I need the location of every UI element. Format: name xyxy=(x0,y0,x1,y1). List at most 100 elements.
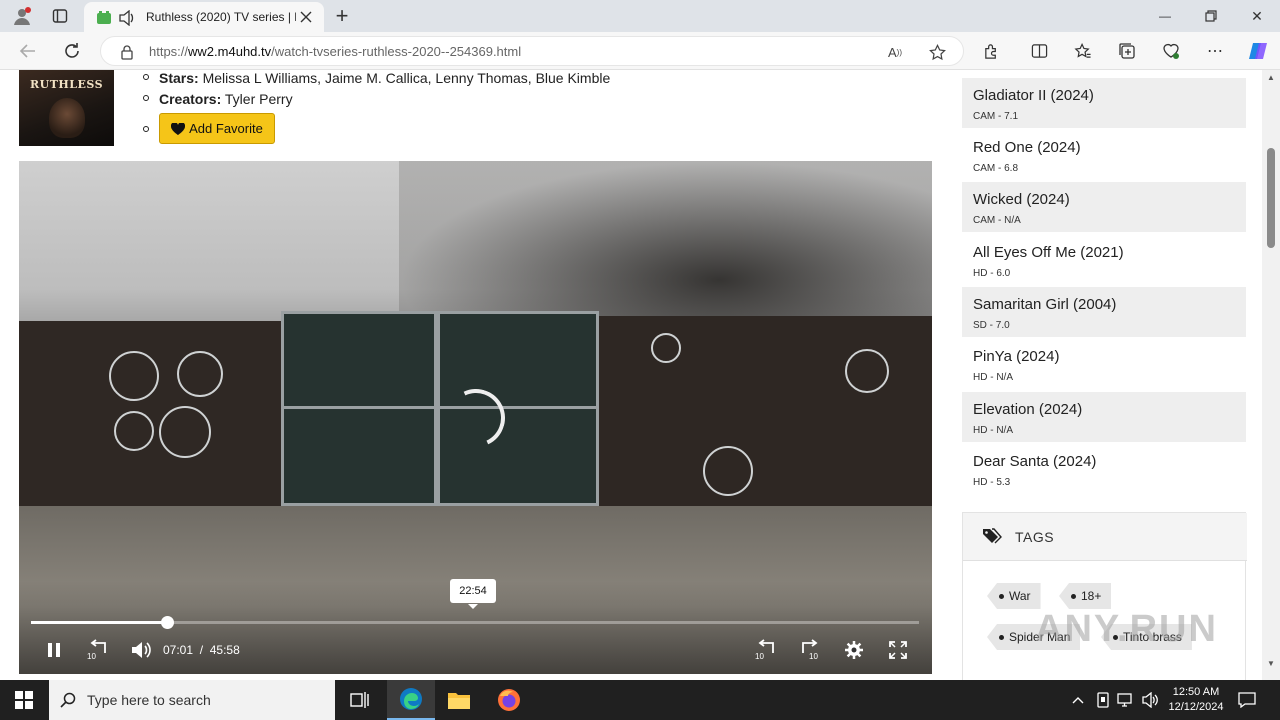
movie-meta: HD - 5.3 xyxy=(973,477,1011,488)
anyrun-watermark: ANY.RUN xyxy=(1035,608,1218,650)
movie-title[interactable]: PinYa (2024) xyxy=(973,348,1059,365)
rewind-10-button-right[interactable]: 10 xyxy=(753,637,779,663)
copilot-icon[interactable] xyxy=(1246,39,1270,63)
sidebar-movie-item[interactable]: Red One (2024) CAM - 6.8 xyxy=(962,130,1246,180)
tags-header: TAGS xyxy=(963,513,1247,561)
movie-title[interactable]: Dear Santa (2024) xyxy=(973,453,1096,470)
taskbar-search[interactable]: Type here to search xyxy=(49,680,335,720)
profile-icon[interactable] xyxy=(10,4,34,28)
performance-icon[interactable] xyxy=(1160,40,1182,62)
more-options-icon[interactable]: ⋯ xyxy=(1204,40,1226,62)
windows-taskbar: Type here to search 12:50 AM 12/12/2024 xyxy=(0,680,1280,720)
movie-title[interactable]: Samaritan Girl (2004) xyxy=(973,296,1116,313)
movie-title[interactable]: Wicked (2024) xyxy=(973,191,1070,208)
volume-button[interactable] xyxy=(129,639,153,661)
sidebar-movie-item[interactable]: Gladiator II (2024) CAM - 7.1 xyxy=(962,78,1246,128)
poster-title: RUTHLESS xyxy=(29,78,104,91)
page-content: RUTHLESS Stars: Melissa L Williams, Jaim… xyxy=(0,70,1262,680)
tag-war[interactable]: War xyxy=(987,583,1041,609)
add-favorite-button[interactable]: Add Favorite xyxy=(159,113,275,144)
show-hidden-icons-icon[interactable] xyxy=(1068,692,1088,708)
edge-taskbar-button[interactable] xyxy=(387,680,435,720)
poster-artwork xyxy=(49,98,85,138)
file-explorer-button[interactable] xyxy=(435,680,483,720)
sidebar-movie-item[interactable]: All Eyes Off Me (2021) HD - 6.0 xyxy=(962,235,1246,285)
scroll-down-icon[interactable]: ▼ xyxy=(1266,658,1276,668)
settings-button[interactable] xyxy=(843,639,865,661)
tab-ruthless[interactable]: Ruthless (2020) TV series | M xyxy=(84,2,324,32)
device-icon[interactable] xyxy=(1094,691,1112,709)
read-aloud-icon[interactable]: A)) xyxy=(885,43,905,61)
search-placeholder: Type here to search xyxy=(87,692,211,708)
video-player[interactable]: 22:54 10 07:01 / 45:58 10 10 xyxy=(19,161,932,674)
favorite-star-icon[interactable] xyxy=(927,43,947,61)
movie-title[interactable]: Gladiator II (2024) xyxy=(973,87,1094,104)
sidebar-movie-item[interactable]: Dear Santa (2024) HD - 5.3 xyxy=(962,444,1246,494)
lock-icon[interactable] xyxy=(119,44,135,60)
clock-time: 12:50 AM xyxy=(1172,686,1220,698)
sidebar-movie-item[interactable]: Elevation (2024) HD - N/A xyxy=(962,392,1246,442)
movie-meta: CAM - 7.1 xyxy=(973,111,1019,122)
tags-panel: TAGS War 18+ Spider Man Tinto brass xyxy=(962,512,1247,680)
refresh-icon[interactable] xyxy=(60,40,84,62)
scrollbar-thumb[interactable] xyxy=(1267,148,1275,248)
seek-bar[interactable] xyxy=(31,616,919,629)
volume-icon xyxy=(132,642,151,658)
video-wheel xyxy=(177,351,223,397)
pause-icon xyxy=(48,643,60,657)
network-icon[interactable] xyxy=(1116,691,1136,709)
notifications-icon[interactable] xyxy=(1236,690,1258,710)
tab-title: Ruthless (2020) TV series | M xyxy=(146,10,296,24)
tab-actions-icon[interactable] xyxy=(50,6,70,26)
page-scrollbar[interactable]: ▲ ▼ xyxy=(1262,70,1280,680)
new-tab-button[interactable]: + xyxy=(330,3,354,29)
series-poster[interactable]: RUTHLESS xyxy=(19,70,114,146)
forward-10-button[interactable]: 10 xyxy=(797,637,823,663)
tab-close-icon[interactable] xyxy=(298,9,314,25)
video-gate xyxy=(281,311,599,506)
url-path: /watch-tvseries-ruthless-2020--254369.ht… xyxy=(271,44,522,59)
seek-bar-handle[interactable] xyxy=(160,616,174,629)
fullscreen-button[interactable] xyxy=(887,639,909,661)
stars-row: Stars: Melissa L Williams, Jaime M. Call… xyxy=(143,70,610,86)
favorites-icon[interactable] xyxy=(1072,40,1094,62)
sidebar-movie-item[interactable]: Samaritan Girl (2004) SD - 7.0 xyxy=(962,287,1246,337)
creators-label: Creators: xyxy=(159,91,222,107)
bullet-icon xyxy=(143,74,149,81)
url-text[interactable]: https://ww2.m4uhd.tv/watch-tvseries-ruth… xyxy=(149,44,521,59)
sidebar-movie-item[interactable]: PinYa (2024) HD - N/A xyxy=(962,339,1246,389)
address-bar[interactable]: https://ww2.m4uhd.tv/watch-tvseries-ruth… xyxy=(100,36,964,66)
pause-button[interactable] xyxy=(43,639,65,661)
scroll-up-icon[interactable]: ▲ xyxy=(1266,72,1276,82)
extensions-icon[interactable] xyxy=(980,40,1002,62)
time-separator: / xyxy=(199,643,204,657)
firefox-button[interactable] xyxy=(485,680,533,720)
tag-18-plus[interactable]: 18+ xyxy=(1059,583,1112,609)
edge-icon xyxy=(400,688,422,710)
volume-tray-icon[interactable] xyxy=(1140,691,1160,709)
movie-title[interactable]: Red One (2024) xyxy=(973,139,1081,156)
current-time: 07:01 xyxy=(163,643,194,657)
video-gate-bar xyxy=(284,406,596,409)
taskbar-clock[interactable]: 12:50 AM 12/12/2024 xyxy=(1166,685,1226,715)
movie-title[interactable]: All Eyes Off Me (2021) xyxy=(973,244,1124,261)
add-favorite-label: Add Favorite xyxy=(189,121,263,136)
split-screen-icon[interactable] xyxy=(1028,40,1050,62)
minimize-button[interactable]: — xyxy=(1150,4,1180,28)
start-button[interactable] xyxy=(0,680,48,720)
close-window-button[interactable]: ✕ xyxy=(1242,4,1272,28)
rewind-10-button[interactable]: 10 xyxy=(85,637,111,663)
task-view-button[interactable] xyxy=(336,680,384,720)
firefox-icon xyxy=(498,689,520,711)
back-icon[interactable] xyxy=(16,40,40,62)
restore-button[interactable] xyxy=(1196,4,1226,28)
movie-meta: HD - N/A xyxy=(973,425,1013,436)
movie-meta: HD - N/A xyxy=(973,372,1013,383)
video-wheel xyxy=(114,411,154,451)
sidebar-movie-item[interactable]: Wicked (2024) CAM - N/A xyxy=(962,182,1246,232)
favorite-row xyxy=(143,122,159,138)
movie-title[interactable]: Elevation (2024) xyxy=(973,401,1082,418)
speaker-icon[interactable] xyxy=(118,9,136,27)
search-icon xyxy=(59,691,77,709)
collections-icon[interactable] xyxy=(1116,40,1138,62)
